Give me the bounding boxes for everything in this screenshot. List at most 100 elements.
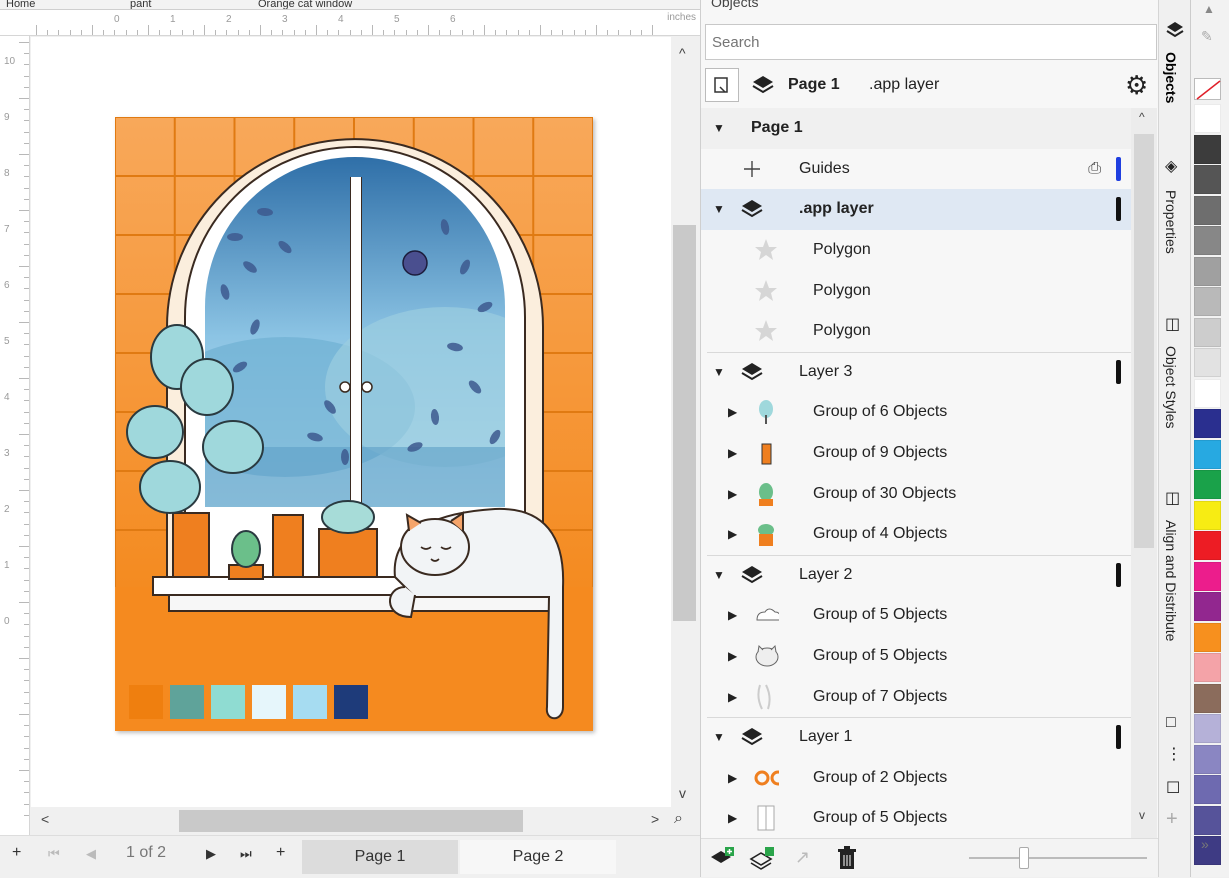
palette-swatch[interactable] [1194,226,1221,255]
add-page-after-button[interactable]: + [276,844,285,862]
new-layer-icon[interactable] [709,845,735,876]
palette-swatch[interactable] [1194,592,1221,621]
tree-page-row[interactable]: ▼ Page 1 [701,108,1131,149]
expand-arrow-icon[interactable]: ▶ [728,405,737,419]
palette-swatch[interactable] [1194,409,1221,438]
scroll-right-icon[interactable]: > [651,811,659,827]
collapse-arrow-icon[interactable]: ▼ [713,121,725,135]
palette-swatch[interactable] [1194,683,1221,713]
expand-arrow-icon[interactable]: ▶ [728,527,737,541]
palette-swatch[interactable] [1194,134,1221,164]
tree-layer-row[interactable]: ▼ .app layer [701,189,1131,230]
slider-handle[interactable] [1019,847,1029,869]
add-page-before-button[interactable]: + [12,844,21,862]
thumbnail-size-slider[interactable] [969,847,1147,869]
doc-tab-orange-cat[interactable]: Orange cat window [258,0,478,9]
scroll-left-icon[interactable]: < [41,811,49,827]
doc-tab-pant[interactable]: pant [130,0,230,9]
tree-layer-row[interactable]: ▼ Layer 1 [701,717,1131,758]
palette-swatch[interactable] [1194,775,1221,804]
palette-swatch[interactable] [1194,317,1221,347]
palette-swatch[interactable] [1194,165,1221,194]
tree-scroll-up-icon[interactable]: ^ [1139,110,1145,124]
artwork-page[interactable] [115,117,593,731]
scroll-down-icon[interactable]: v [679,785,686,801]
palette-swatch[interactable] [1194,622,1221,652]
tree-scroll-thumb[interactable] [1134,134,1154,548]
palette-swatch[interactable] [1194,348,1221,377]
palette-swatch[interactable] [1194,195,1221,225]
docker-settings-gear-icon[interactable]: ⚙ [1125,70,1148,101]
palette-swatch[interactable] [1194,561,1221,591]
palette-swatch[interactable] [1194,287,1221,316]
expand-arrow-icon[interactable]: ▶ [728,487,737,501]
doc-tab-home[interactable]: Home [6,0,86,9]
palette-scroll-up-icon[interactable]: ▲ [1203,2,1215,16]
page-tab-2[interactable]: Page 2 [460,840,616,874]
shaping-tab-icon[interactable]: ⋮ [1166,744,1182,764]
horizontal-scroll-thumb[interactable] [179,810,523,832]
palette-swatch[interactable] [1194,714,1221,743]
tree-object-row[interactable]: ▶ Group of 5 Objects [701,595,1131,636]
palette-swatch[interactable] [1194,439,1221,469]
tree-object-row[interactable]: ▶ Group of 5 Objects [701,798,1131,838]
transform-tab-icon[interactable]: □ [1166,714,1176,732]
zoom-navigator-icon[interactable]: ⌕ [674,810,683,828]
drawing-canvas[interactable] [31,37,671,807]
last-page-button[interactable]: ⏭ [240,846,252,862]
scroll-up-icon[interactable]: ^ [679,45,686,61]
tab-properties[interactable]: Properties [1163,190,1179,254]
tree-object-row[interactable]: Polygon [701,230,1131,271]
tree-object-row[interactable]: Guides ⎙ [701,149,1131,190]
tab-objects[interactable]: Objects [1163,52,1179,103]
comments-tab-icon[interactable]: ☐ [1166,778,1180,798]
objects-tree-scrollbar[interactable]: ^ v [1131,108,1157,838]
delete-trash-icon[interactable] [835,845,859,876]
expand-arrow-icon[interactable]: ▶ [728,811,737,825]
expand-arrow-icon[interactable]: ▶ [728,649,737,663]
palette-swatch[interactable] [1194,744,1221,774]
tree-object-row[interactable]: ▶ Group of 5 Objects [701,636,1131,677]
collapse-arrow-icon[interactable]: ▼ [713,202,725,216]
printer-icon[interactable]: ⎙ [1088,160,1101,178]
objects-search-input[interactable] [705,24,1157,60]
tree-object-row[interactable]: Polygon [701,311,1131,352]
add-docker-tab-icon[interactable]: + [1166,808,1178,831]
tree-layer-row[interactable]: ▼ Layer 2 [701,555,1131,596]
collapse-arrow-icon[interactable]: ▼ [713,730,725,744]
tree-scroll-down-icon[interactable]: v [1139,808,1145,822]
previous-page-button[interactable]: ◀ [86,846,96,862]
palette-swatch[interactable] [1194,256,1221,286]
tab-align-and-distribute[interactable]: Align and Distribute [1163,520,1179,641]
tree-object-row[interactable]: ▶ Group of 4 Objects [701,514,1131,555]
tree-object-row[interactable]: ▶ Group of 9 Objects [701,433,1131,474]
collapse-arrow-icon[interactable]: ▼ [713,568,725,582]
vertical-scroll-thumb[interactable] [673,225,696,621]
tree-object-row[interactable]: ▶ Group of 2 Objects [701,758,1131,799]
expand-arrow-icon[interactable]: ▶ [728,771,737,785]
palette-expand-icon[interactable]: » [1201,836,1209,852]
next-page-button[interactable]: ▶ [206,846,216,862]
new-master-layer-icon[interactable] [749,845,777,878]
horizontal-ruler[interactable]: 0 1 2 3 4 5 6 inches [0,10,700,36]
palette-swatch[interactable] [1194,470,1221,499]
no-fill-swatch[interactable] [1194,78,1221,100]
expand-arrow-icon[interactable]: ▶ [728,690,737,704]
palette-swatch[interactable] [1194,104,1221,133]
tree-object-row[interactable]: ▶ Group of 6 Objects [701,392,1131,433]
expand-arrow-icon[interactable]: ▶ [728,446,737,460]
palette-eyedropper-icon[interactable]: ✎ [1201,28,1213,45]
canvas-vertical-scrollbar[interactable]: ^ v [671,37,698,807]
page-view-toggle-icon[interactable] [705,68,739,102]
canvas-horizontal-scrollbar[interactable]: < > [31,807,671,835]
tree-object-row[interactable]: Polygon [701,270,1131,311]
vertical-ruler[interactable]: 10 9 8 7 6 5 4 3 2 1 0 [0,36,30,836]
palette-swatch[interactable] [1194,500,1221,530]
tab-object-styles[interactable]: Object Styles [1163,346,1179,428]
expand-arrow-icon[interactable]: ▶ [728,608,737,622]
palette-swatch[interactable] [1194,531,1221,560]
tree-object-row[interactable]: ▶ Group of 7 Objects [701,676,1131,717]
collapse-arrow-icon[interactable]: ▼ [713,365,725,379]
tree-object-row[interactable]: ▶ Group of 30 Objects [701,473,1131,514]
palette-swatch[interactable] [1194,805,1221,835]
